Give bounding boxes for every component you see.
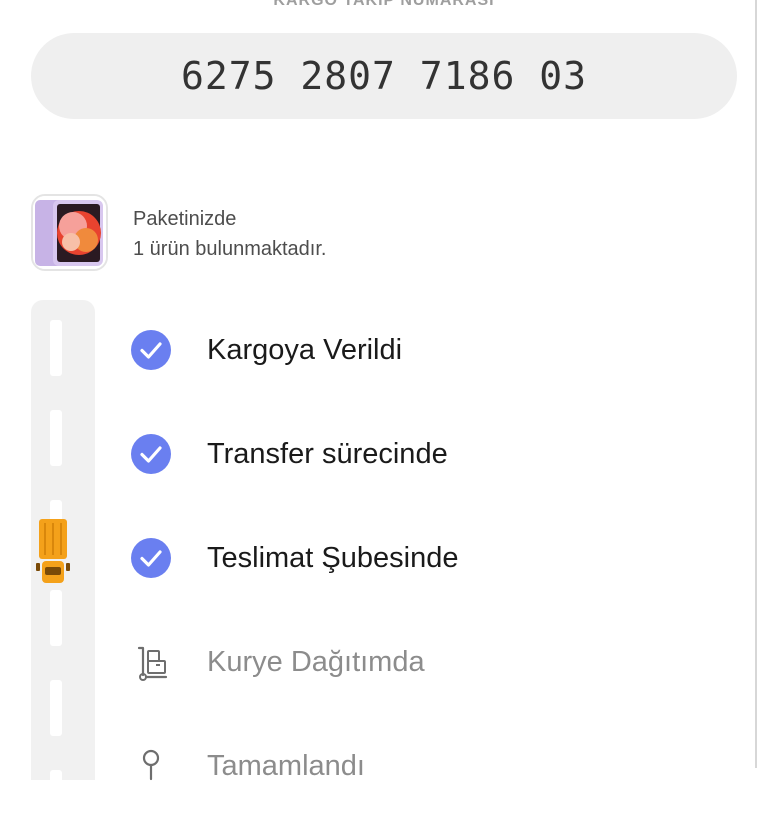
truck-icon — [36, 519, 70, 583]
road-dash — [50, 680, 62, 736]
step-tamamlandi: Tamamlandı — [130, 745, 365, 787]
check-circle-icon — [130, 433, 172, 475]
step-kurye-dagitimda: Kurye Dağıtımda — [130, 641, 425, 683]
step-label: Tamamlandı — [207, 749, 365, 782]
tracking-number-label: KARGO TAKİP NUMARASI — [273, 0, 495, 9]
package-info: Paketinizde 1 ürün bulunmaktadır. — [133, 204, 326, 264]
check-circle-icon — [130, 329, 172, 371]
road-dash — [50, 590, 62, 646]
step-teslimat-subesinde: Teslimat Şubesinde — [130, 537, 458, 579]
product-thumbnail[interactable] — [31, 194, 108, 271]
location-pin-icon — [130, 745, 172, 787]
tracking-number[interactable]: 6275 2807 7186 03 — [181, 54, 587, 98]
step-transfer-surecinde: Transfer sürecinde — [130, 433, 448, 475]
road-dash — [50, 770, 62, 826]
tablet-image-icon — [33, 196, 106, 269]
step-label: Kurye Dağıtımda — [207, 645, 425, 678]
step-label: Teslimat Şubesinde — [207, 541, 459, 574]
step-kargoya-verildi: Kargoya Verildi — [130, 329, 402, 371]
check-circle-icon — [130, 537, 172, 579]
tracking-number-box[interactable]: 6275 2807 7186 03 — [31, 33, 737, 119]
package-info-line1: Paketinizde — [133, 208, 237, 230]
screen-edge-divider — [755, 0, 768, 768]
road-dash — [50, 410, 62, 466]
step-label: Kargoya Verildi — [207, 333, 403, 366]
package-info-line2: 1 ürün bulunmaktadır. — [133, 238, 327, 260]
step-label: Transfer sürecinde — [207, 437, 448, 470]
hand-truck-icon — [130, 641, 172, 683]
road-dash — [50, 320, 62, 376]
